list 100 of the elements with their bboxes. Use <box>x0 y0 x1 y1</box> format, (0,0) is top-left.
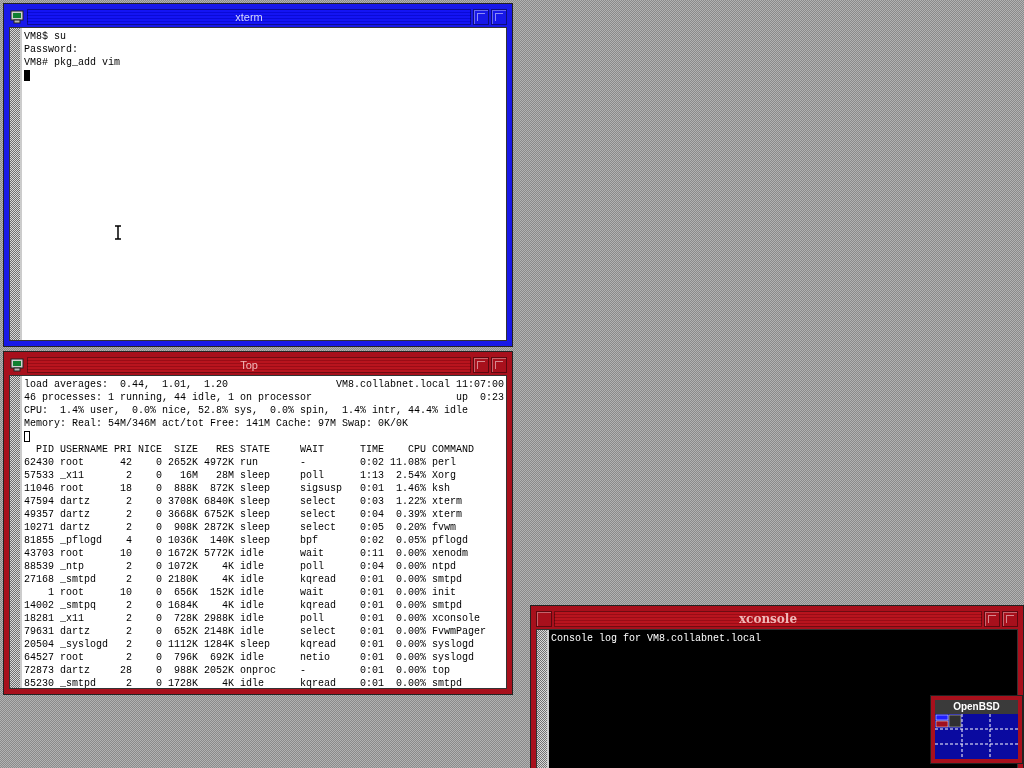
table-cell-text: _smtpd <box>59 573 97 586</box>
table-cell-text: 0.00% <box>395 586 426 599</box>
scrollbar[interactable] <box>10 28 22 340</box>
table-cell-text: 2.54% <box>395 469 426 482</box>
maximize-button[interactable] <box>491 9 507 25</box>
table-cell-text: 0 <box>155 573 162 586</box>
table-cell-text: 28 <box>119 664 132 677</box>
table-cell-text: sleep <box>239 469 271 482</box>
table-cell-text: 1284K <box>203 638 234 651</box>
column-header: RES <box>215 443 234 456</box>
table-cell-text: 2872K <box>203 521 234 534</box>
terminal-line: Password: <box>24 44 78 55</box>
table-cell-text: 0 <box>155 625 162 638</box>
maximize-button[interactable] <box>1002 611 1018 627</box>
table-cell-text: 728K <box>173 612 198 625</box>
table-cell-text: 1672K <box>167 547 198 560</box>
table-cell-text: xterm <box>431 508 463 521</box>
table-cell-text: 2 <box>125 638 132 651</box>
table-cell-text: kqread <box>300 677 337 688</box>
table-cell-text: dartz <box>59 664 91 677</box>
summary-text: up 0:23 <box>456 391 504 404</box>
table-cell-text: 0.00% <box>395 625 426 638</box>
table-cell-text: ksh <box>431 482 451 495</box>
window-title[interactable]: xconsole <box>554 611 982 627</box>
table-cell-text: 872K <box>209 482 234 495</box>
table-cell-text: 1684K <box>167 599 198 612</box>
table-cell: 11046 <box>24 482 54 495</box>
table-cell-text: 2 <box>125 651 132 664</box>
window-title[interactable]: xterm <box>27 9 471 25</box>
table-cell: 47594 <box>24 495 54 508</box>
table-cell: 0:01 <box>360 677 384 688</box>
maximize-button[interactable] <box>491 357 507 373</box>
minimize-button[interactable] <box>984 611 1000 627</box>
table-cell-text: 908K <box>173 521 198 534</box>
table-cell-text: 2 <box>125 573 132 586</box>
table-cell-text: poll <box>300 469 325 482</box>
table-cell-text: 2 <box>125 495 132 508</box>
table-cell: 0:01 <box>360 664 384 677</box>
minimize-button[interactable] <box>473 357 489 373</box>
window-menu-button[interactable] <box>536 611 552 627</box>
table-cell-text: 0.00% <box>395 547 426 560</box>
table-cell-text: smtpd <box>431 573 463 586</box>
table-cell-text: 0 <box>155 534 162 547</box>
table-cell-text: 888K <box>173 482 198 495</box>
table-cell-text: 42 <box>119 456 132 469</box>
minimize-button[interactable] <box>473 9 489 25</box>
desktop-map-drawing[interactable] <box>935 714 1018 759</box>
table-cell: 85230 <box>24 677 54 688</box>
table-cell: 49357 <box>24 508 54 521</box>
table-cell-text: 1.46% <box>395 482 426 495</box>
table-cell: 0:04 <box>360 508 384 521</box>
table-cell-text: kqread <box>300 599 337 612</box>
scrollbar[interactable] <box>10 376 22 688</box>
monitor-icon[interactable] <box>10 10 24 24</box>
table-cell-text: sleep <box>239 521 271 534</box>
table-cell-text: 28M <box>215 469 234 482</box>
table-cell-text: 1036K <box>167 534 198 547</box>
table-cell-text: 0 <box>155 612 162 625</box>
table-cell-text: 0 <box>155 521 162 534</box>
table-cell: 0:03 <box>360 495 384 508</box>
table-cell-text: wait <box>300 547 325 560</box>
table-cell-text: 0 <box>155 664 162 677</box>
table-cell: 79631 <box>24 625 54 638</box>
terminal-line: VM8$ su <box>24 31 66 42</box>
table-cell-text: 11.08% <box>389 456 426 469</box>
table-cell-text: 2988K <box>203 612 234 625</box>
table-cell-text: init <box>431 586 457 599</box>
table-cell-text: 0 <box>155 469 162 482</box>
table-cell-text: 16M <box>179 469 198 482</box>
table-cell-text: 0 <box>155 599 162 612</box>
column-header: PRI <box>113 443 132 456</box>
table-cell-text: root <box>59 547 85 560</box>
table-cell-text: - <box>300 664 307 677</box>
table-cell-text: 1072K <box>167 560 198 573</box>
table-cell: 0:02 <box>360 534 384 547</box>
table-cell-text: 6840K <box>203 495 234 508</box>
column-header: NICE <box>137 443 162 456</box>
table-cell: 0:01 <box>360 638 384 651</box>
table-cell-text: 2652K <box>167 456 198 469</box>
table-cell-text: _smtpq <box>59 599 97 612</box>
column-header: CPU <box>407 443 426 456</box>
table-cell-text: 4K <box>221 573 234 586</box>
monitor-icon[interactable] <box>10 358 24 372</box>
table-cell-text: 2148K <box>203 625 234 638</box>
table-cell-text: 796K <box>173 651 198 664</box>
scrollbar[interactable] <box>537 630 549 768</box>
table-cell-text: 0 <box>155 560 162 573</box>
table-cell-text: FvwmPager <box>431 625 487 638</box>
window-title[interactable]: Top <box>27 357 471 373</box>
table-cell-text: 0.05% <box>395 534 426 547</box>
table-cell-text: 0.00% <box>395 638 426 651</box>
table-cell-text: 2180K <box>167 573 198 586</box>
table-cell: 43703 <box>24 547 54 560</box>
table-cell-text: sigsusp <box>300 482 343 495</box>
table-cell-text: xenodm <box>431 547 469 560</box>
table-cell-text: select <box>300 521 337 534</box>
table-cell-text: 2052K <box>203 664 234 677</box>
table-cell-text: 1.22% <box>395 495 426 508</box>
table-cell: 0:01 <box>360 586 384 599</box>
table-cell: 0:01 <box>360 599 384 612</box>
